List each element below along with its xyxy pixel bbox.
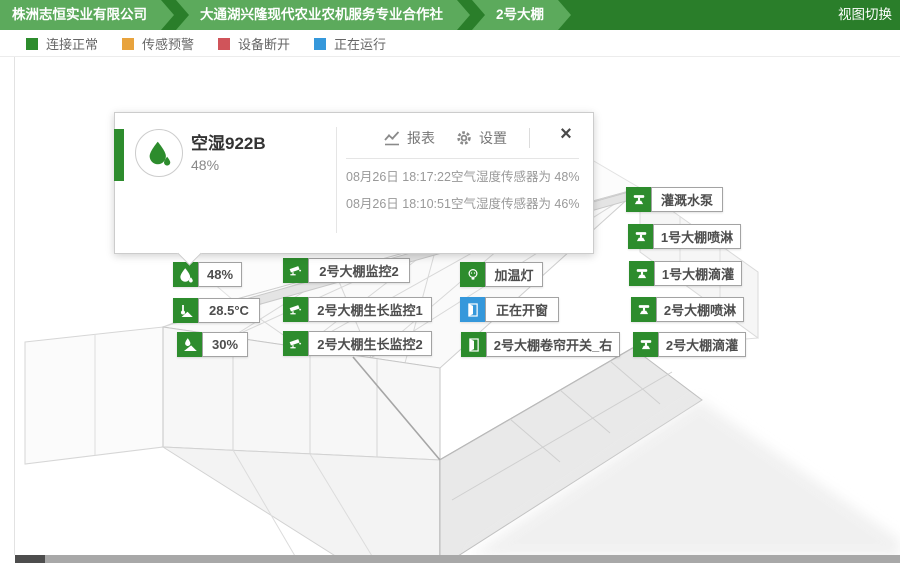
- device-label[interactable]: 1号大棚滴灌: [629, 261, 742, 286]
- device-label-text: 灌溉水泵: [651, 187, 723, 212]
- device-label-text: 2号大棚卷帘开关_右: [486, 332, 620, 357]
- status-legend: 连接正常 传感预警 设备断开 正在运行: [0, 31, 900, 57]
- device-label[interactable]: 48%: [173, 262, 242, 287]
- valve-icon: [631, 297, 656, 322]
- device-label-text: 1号大棚喷淋: [653, 224, 741, 249]
- device-label[interactable]: 2号大棚生长监控2: [283, 331, 432, 356]
- breadcrumb: 株洲志恒实业有限公司大通湖兴隆现代农业农机服务专业合作社 2号大棚: [0, 0, 573, 30]
- view-switch-button[interactable]: 视图切换: [838, 0, 892, 30]
- sensor-log-line: 08月26日 18:17:22空气湿度传感器为 48%: [346, 166, 588, 185]
- sensor-log-line: 08月26日 18:10:51空气湿度传感器为 46%: [346, 193, 588, 212]
- valve-icon: [629, 261, 654, 286]
- legend-item: 传感预警: [122, 34, 194, 53]
- sensor-popup: 空湿922B 48% 报表 设置 × 08月26日 18:17:22空气湿度传感…: [114, 112, 594, 254]
- window-icon: [460, 297, 485, 322]
- device-label[interactable]: 2号大棚生长监控1: [283, 297, 432, 322]
- device-label-text: 30%: [202, 332, 248, 357]
- chart-icon: [383, 129, 401, 147]
- device-label[interactable]: 灌溉水泵: [626, 187, 723, 212]
- legend-label: 设备断开: [238, 34, 290, 53]
- legend-label: 正在运行: [334, 34, 386, 53]
- device-label-text: 2号大棚监控2: [308, 258, 410, 283]
- device-label[interactable]: 1号大棚喷淋: [628, 224, 741, 249]
- water-drop-icon: [173, 262, 198, 287]
- popup-divider: [336, 127, 337, 233]
- device-label-text: 48%: [198, 262, 242, 287]
- camera-icon: [283, 258, 308, 283]
- soil-moisture-icon: [177, 332, 202, 357]
- legend-color-swatch: [26, 38, 38, 50]
- camera-icon: [283, 297, 308, 322]
- soil-temperature-icon: [173, 298, 198, 323]
- legend-label: 连接正常: [46, 34, 98, 53]
- device-label-text: 2号大棚生长监控2: [308, 331, 432, 356]
- legend-item: 设备断开: [218, 34, 290, 53]
- window-icon: [461, 332, 486, 357]
- valve-icon: [628, 224, 653, 249]
- device-label[interactable]: 正在开窗: [460, 297, 559, 322]
- report-button[interactable]: 报表: [383, 128, 435, 148]
- valve-icon: [626, 187, 651, 212]
- legend-item: 连接正常: [26, 34, 98, 53]
- popup-divider: [346, 158, 579, 159]
- gear-icon: [455, 129, 473, 147]
- horizontal-scrollbar[interactable]: [15, 555, 900, 563]
- legend-color-swatch: [122, 38, 134, 50]
- breadcrumb-item[interactable]: 2号大棚: [472, 0, 558, 30]
- popup-sensor-value: 48%: [191, 157, 219, 173]
- valve-icon: [633, 332, 658, 357]
- device-label-text: 加温灯: [485, 262, 543, 287]
- scrollbar-thumb[interactable]: [15, 555, 45, 563]
- top-bar: 株洲志恒实业有限公司大通湖兴隆现代农业农机服务专业合作社 2号大棚 视图切换: [0, 0, 900, 30]
- popup-divider: [529, 128, 530, 148]
- content-panel: [14, 31, 900, 555]
- device-label-text: 28.5°C: [198, 298, 260, 323]
- device-label[interactable]: 2号大棚卷帘开关_右: [461, 332, 620, 357]
- device-label-text: 2号大棚生长监控1: [308, 297, 432, 322]
- device-label[interactable]: 2号大棚监控2: [283, 258, 410, 283]
- settings-label: 设置: [479, 128, 507, 148]
- close-icon[interactable]: ×: [553, 121, 579, 147]
- popup-accent-bar: [114, 129, 124, 181]
- device-label[interactable]: 28.5°C: [173, 298, 260, 323]
- legend-label: 传感预警: [142, 34, 194, 53]
- report-label: 报表: [407, 128, 435, 148]
- camera-icon: [283, 331, 308, 356]
- device-label[interactable]: 2号大棚滴灌: [633, 332, 746, 357]
- greenhouse-monitor-page: 株洲志恒实业有限公司大通湖兴隆现代农业农机服务专业合作社 2号大棚 视图切换 连接…: [0, 0, 900, 563]
- humidity-icon: [135, 129, 183, 177]
- legend-color-swatch: [218, 38, 230, 50]
- device-label-text: 1号大棚滴灌: [654, 261, 742, 286]
- device-label-text: 正在开窗: [485, 297, 559, 322]
- device-label[interactable]: 加温灯: [460, 262, 543, 287]
- device-label[interactable]: 30%: [177, 332, 248, 357]
- device-label-text: 2号大棚喷淋: [656, 297, 744, 322]
- popup-sensor-name: 空湿922B: [191, 129, 266, 154]
- breadcrumb-item[interactable]: 株洲志恒实业有限公司: [0, 0, 161, 30]
- breadcrumb-item[interactable]: 大通湖兴隆现代农业农机服务专业合作社: [176, 0, 457, 30]
- legend-color-swatch: [314, 38, 326, 50]
- settings-button[interactable]: 设置: [455, 128, 507, 148]
- legend-item: 正在运行: [314, 34, 386, 53]
- bulb-icon: [460, 262, 485, 287]
- device-label-text: 2号大棚滴灌: [658, 332, 746, 357]
- device-label[interactable]: 2号大棚喷淋: [631, 297, 744, 322]
